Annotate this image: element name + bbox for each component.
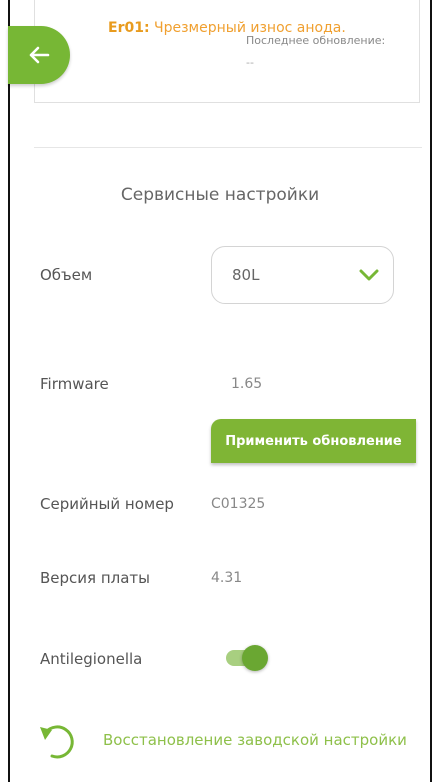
firmware-label: Firmware [40,375,109,393]
toggle-knob [242,645,268,671]
antilegionella-label: Antilegionella [40,650,143,668]
chevron-down-icon [359,269,379,281]
firmware-value: 1.65 [231,376,263,392]
board-version-value: 4.31 [211,570,243,586]
arrow-left-icon [29,46,50,64]
factory-reset-link[interactable]: Восстановление заводской настройки [103,731,407,749]
reset-icon[interactable] [38,718,82,762]
serial-number-label: Серийный номер [40,495,174,513]
apply-update-button[interactable]: Применить обновление [211,419,416,463]
back-button[interactable] [8,26,70,84]
serial-number-value: C01325 [211,496,266,512]
divider [34,147,422,148]
section-title: Сервисные настройки [120,185,320,205]
antilegionella-toggle[interactable] [226,645,268,671]
volume-select[interactable]: 80L [211,246,394,304]
board-version-label: Версия платы [40,569,150,587]
error-banner: Er01: Чрезмерный износ анода. [108,20,346,36]
error-code: Er01: [108,20,150,36]
last-update-value: -- [246,56,254,69]
volume-label: Объем [40,266,93,284]
update-card [34,0,420,103]
error-message: Чрезмерный износ анода. [149,20,346,36]
volume-selected-value: 80L [232,266,260,284]
